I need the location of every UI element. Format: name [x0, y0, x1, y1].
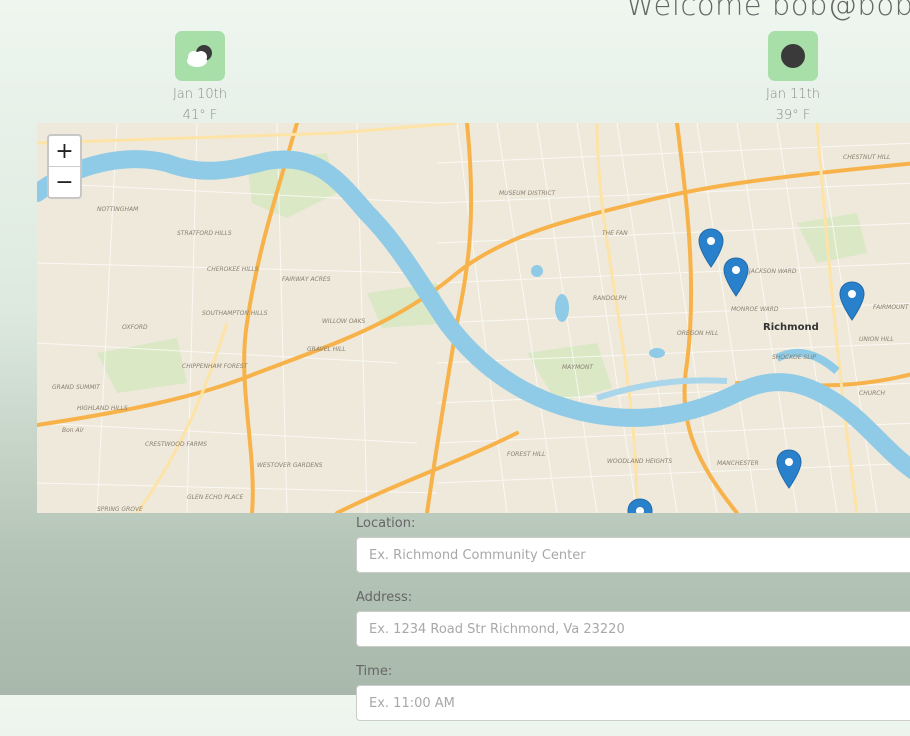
time-label: Time:	[356, 664, 393, 679]
map-place-label: FAIRMOUNT	[873, 304, 910, 311]
map-place-label: CHIPPENHAM FOREST	[182, 363, 249, 370]
map-place-label: STRATFORD HILLS	[177, 230, 232, 237]
weather-date: Jan 11th	[765, 87, 821, 102]
map-place-label: OREGON HILL	[677, 330, 718, 337]
map-place-label: WILLOW OAKS	[322, 318, 366, 325]
weather-temp: 39° F	[775, 108, 811, 123]
map-tiles: NOTTINGHAM STRATFORD HILLS CHEROKEE HILLS F…	[37, 123, 910, 513]
zoom-in-button[interactable]: +	[49, 136, 80, 167]
map-marker[interactable]	[776, 449, 802, 489]
map-place-label: JACKSON WARD	[748, 268, 797, 275]
location-input[interactable]	[356, 537, 910, 573]
map-marker[interactable]	[723, 257, 749, 297]
welcome-heading: Welcome bob@bob.c	[626, 0, 910, 22]
address-label: Address:	[356, 590, 413, 605]
clear-night-icon	[768, 31, 818, 81]
map-place-label: SHOCKOE SLIP	[772, 354, 816, 361]
map-marker[interactable]	[627, 498, 653, 513]
map-place-label: CRESTWOOD FARMS	[145, 441, 207, 448]
event-form: Location: Address: Time:	[356, 514, 910, 736]
map-place-label: GRAVEL HILL	[307, 346, 346, 353]
partly-cloudy-icon	[175, 31, 225, 81]
map-place-label: Bon Air	[62, 427, 84, 434]
map-place-label: MANCHESTER	[717, 460, 759, 467]
map-place-label: CHURCH	[859, 390, 885, 397]
map-place-label: WESTOVER GARDENS	[257, 462, 323, 469]
map-place-label: GLEN ECHO PLACE	[187, 494, 244, 501]
map-place-label: CHEROKEE HILLS	[207, 266, 259, 273]
address-input[interactable]	[356, 611, 910, 647]
map-place-label: CHESTNUT HILL	[843, 154, 890, 161]
map-place-label: GRAND SUMMIT	[52, 384, 101, 391]
map-place-label: MUSEUM DISTRICT	[499, 190, 557, 197]
map-place-label: MONROE WARD	[731, 306, 779, 313]
city-label: Richmond	[763, 322, 819, 333]
weather-day-2: Jan 11th 39° F	[743, 31, 843, 123]
map-place-label: MAYMONT	[562, 364, 594, 371]
weather-temp: 41° F	[182, 108, 218, 123]
map-place-label: UNION HILL	[859, 336, 894, 343]
weather-day-1: Jan 10th 41° F	[150, 31, 250, 123]
map-place-label: THE FAN	[602, 230, 628, 237]
map-place-label: WOODLAND HEIGHTS	[607, 458, 672, 465]
map[interactable]: NOTTINGHAM STRATFORD HILLS CHEROKEE HILLS F…	[37, 123, 910, 513]
zoom-control: + −	[47, 134, 82, 199]
location-label: Location:	[356, 516, 416, 531]
map-place-label: OXFORD	[122, 324, 148, 331]
map-place-label: RANDOLPH	[593, 295, 627, 302]
map-marker[interactable]	[839, 281, 865, 321]
map-place-label: SPRING GROVE	[97, 506, 143, 513]
map-marker[interactable]	[698, 228, 724, 268]
time-input[interactable]	[356, 685, 910, 721]
map-place-label: FAIRWAY ACRES	[282, 276, 331, 283]
map-place-label: NOTTINGHAM	[97, 206, 139, 213]
map-place-label: FOREST HILL	[507, 451, 545, 458]
zoom-out-button[interactable]: −	[49, 167, 80, 197]
map-place-label: SOUTHAMPTON HILLS	[202, 310, 268, 317]
weather-date: Jan 10th	[172, 87, 228, 102]
map-place-label: HIGHLAND HILLS	[77, 405, 128, 412]
